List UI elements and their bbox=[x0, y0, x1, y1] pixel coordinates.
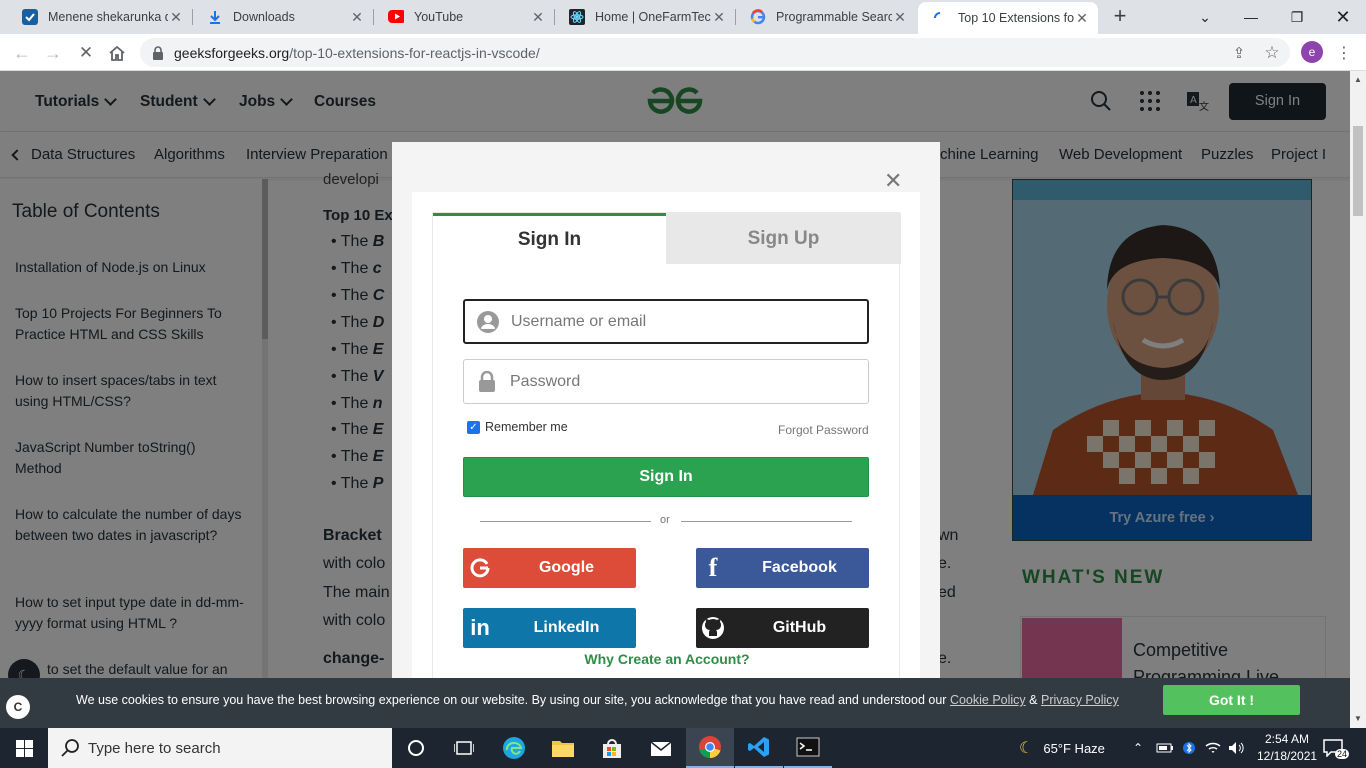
close-icon[interactable]: ✕ bbox=[884, 168, 902, 194]
bluetooth-icon[interactable] bbox=[1183, 728, 1195, 768]
mail-icon[interactable] bbox=[637, 728, 685, 768]
close-icon[interactable]: ✕ bbox=[168, 9, 184, 26]
google-icon bbox=[463, 548, 497, 588]
web-page: Tutorials Student Jobs Courses A文 Sign I… bbox=[0, 71, 1350, 728]
browser-tab-active[interactable]: Top 10 Extensions for ✕ bbox=[918, 2, 1098, 34]
lock-icon bbox=[153, 45, 163, 60]
google-icon bbox=[750, 9, 766, 25]
page-scrollbar[interactable]: ▲ ▼ bbox=[1350, 71, 1366, 728]
divider bbox=[480, 521, 651, 522]
react-icon bbox=[569, 9, 585, 25]
tab-strip: Menene shekarunka d ✕ Downloads ✕ YouTub… bbox=[0, 0, 1366, 34]
auth-card: Sign In Sign Up ✓ Remember me Forgot Pas… bbox=[432, 212, 901, 692]
minimize-button[interactable]: — bbox=[1228, 0, 1274, 34]
privacy-policy-link[interactable]: Privacy Policy bbox=[1041, 693, 1119, 707]
linkedin-icon: in bbox=[470, 615, 490, 640]
wifi-icon[interactable] bbox=[1205, 728, 1221, 768]
divider bbox=[681, 521, 852, 522]
password-field[interactable] bbox=[463, 359, 869, 404]
youtube-icon bbox=[388, 9, 404, 25]
volume-icon[interactable] bbox=[1228, 728, 1246, 768]
search-icon bbox=[61, 739, 79, 757]
scroll-thumb[interactable] bbox=[1353, 126, 1363, 216]
close-icon[interactable]: ✕ bbox=[892, 9, 908, 26]
stop-icon[interactable]: ✕ bbox=[73, 40, 99, 66]
weather-widget[interactable]: ☾ 65°F Haze bbox=[1019, 728, 1105, 768]
profile-avatar[interactable]: e bbox=[1301, 41, 1323, 63]
password-input[interactable] bbox=[510, 372, 850, 391]
browser-tab[interactable]: Menene shekarunka d ✕ bbox=[8, 2, 192, 32]
cookie-text: We use cookies to ensure you have the be… bbox=[76, 693, 1119, 707]
browser-tab[interactable]: Home | OneFarmTech ✕ bbox=[555, 2, 735, 32]
task-view-icon[interactable] bbox=[440, 728, 488, 768]
tab-search-icon[interactable]: ⌄ bbox=[1182, 0, 1228, 34]
username-field[interactable] bbox=[463, 299, 869, 344]
vscode-icon[interactable] bbox=[735, 728, 783, 768]
browser-tab[interactable]: Programmable Search ✕ bbox=[736, 2, 916, 32]
chrome-icon[interactable] bbox=[686, 728, 734, 768]
google-login-button[interactable]: Google bbox=[463, 548, 636, 588]
windows-start-icon[interactable] bbox=[0, 728, 48, 768]
cookie-policy-link[interactable]: Cookie Policy bbox=[950, 693, 1026, 707]
home-icon[interactable] bbox=[104, 40, 130, 66]
close-icon[interactable]: ✕ bbox=[349, 9, 365, 26]
cookie-settings-icon[interactable]: C bbox=[6, 695, 30, 719]
show-hidden-icons[interactable]: ⌃ bbox=[1133, 728, 1143, 768]
lock-icon bbox=[464, 370, 510, 393]
weather-moon-icon: ☾ bbox=[1019, 740, 1034, 757]
close-icon[interactable]: ✕ bbox=[530, 9, 546, 26]
username-input[interactable] bbox=[511, 312, 851, 331]
facebook-login-button[interactable]: f Facebook bbox=[696, 548, 869, 588]
address-bar[interactable]: geeksforgeeks.org/top-10-extensions-for-… bbox=[140, 38, 1290, 67]
menu-icon[interactable]: ⋮ bbox=[1331, 40, 1357, 66]
terminal-icon[interactable] bbox=[784, 728, 832, 768]
remember-me[interactable]: ✓ Remember me bbox=[467, 420, 568, 434]
remember-checkbox[interactable]: ✓ bbox=[467, 420, 480, 434]
cookie-banner: C We use cookies to ensure you have the … bbox=[0, 678, 1350, 728]
check-icon bbox=[22, 9, 38, 25]
battery-icon[interactable] bbox=[1156, 728, 1174, 768]
back-icon[interactable]: ← bbox=[9, 40, 35, 66]
signin-button[interactable]: Sign In bbox=[463, 457, 869, 497]
maximize-button[interactable]: ❐ bbox=[1274, 0, 1320, 34]
star-icon[interactable]: ☆ bbox=[1259, 40, 1285, 66]
share-icon[interactable]: ⇪ bbox=[1226, 40, 1252, 66]
cookie-accept-button[interactable]: Got It ! bbox=[1163, 685, 1300, 715]
cortana-icon[interactable] bbox=[392, 728, 440, 768]
forgot-password-link[interactable]: Forgot Password bbox=[778, 423, 869, 437]
github-icon bbox=[696, 608, 730, 648]
store-icon[interactable] bbox=[588, 728, 636, 768]
new-tab-button[interactable]: + bbox=[1108, 5, 1132, 29]
or-label: or bbox=[660, 514, 670, 526]
close-window-button[interactable]: ✕ bbox=[1320, 0, 1366, 34]
linkedin-login-button[interactable]: in LinkedIn bbox=[463, 608, 636, 648]
download-icon bbox=[207, 9, 223, 25]
facebook-icon: f bbox=[708, 553, 718, 582]
url-host: geeksforgeeks.org bbox=[174, 44, 290, 61]
browser-toolbar: ← → ✕ geeksforgeeks.org/top-10-extension… bbox=[0, 34, 1366, 71]
file-explorer-icon[interactable] bbox=[539, 728, 587, 768]
browser-tab[interactable]: Downloads ✕ bbox=[193, 2, 373, 32]
user-icon bbox=[465, 310, 511, 333]
notifications-icon[interactable]: 24 bbox=[1323, 728, 1350, 768]
taskbar-clock[interactable]: 2:54 AM 12/18/2021 bbox=[1257, 731, 1317, 765]
github-login-button[interactable]: GitHub bbox=[696, 608, 869, 648]
taskbar-search[interactable]: Type here to search bbox=[48, 728, 392, 768]
scroll-down-icon[interactable]: ▼ bbox=[1354, 714, 1362, 723]
tab-signup[interactable]: Sign Up bbox=[666, 213, 901, 264]
windows-taskbar: Type here to search ☾ 65°F Haze ⌃ 2:54 A… bbox=[0, 728, 1366, 768]
tab-signin[interactable]: Sign In bbox=[433, 213, 666, 264]
loading-icon bbox=[932, 10, 948, 26]
close-icon[interactable]: ✕ bbox=[711, 9, 727, 26]
scroll-up-icon[interactable]: ▲ bbox=[1354, 75, 1362, 84]
forward-icon[interactable]: → bbox=[40, 40, 66, 66]
browser-tab[interactable]: YouTube ✕ bbox=[374, 2, 554, 32]
auth-modal: ✕ Sign In Sign Up ✓ Remember me Forgot P… bbox=[392, 142, 940, 702]
close-icon[interactable]: ✕ bbox=[1074, 10, 1090, 27]
url-path: /top-10-extensions-for-reactjs-in-vscode… bbox=[289, 44, 540, 61]
why-create-account-link[interactable]: Why Create an Account? bbox=[433, 651, 901, 667]
edge-icon[interactable] bbox=[490, 728, 538, 768]
